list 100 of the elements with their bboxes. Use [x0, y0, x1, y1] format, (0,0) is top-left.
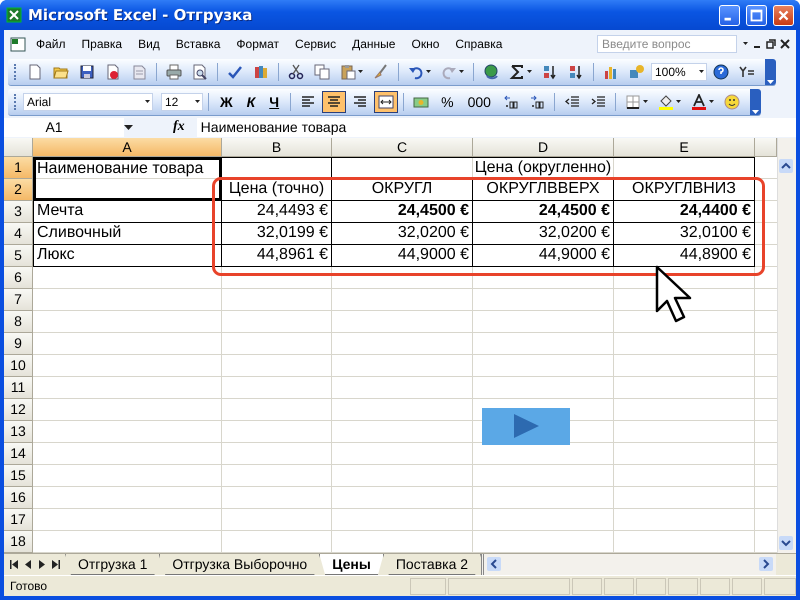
increase-decimal-icon[interactable] — [502, 94, 519, 110]
font-color-icon[interactable] — [690, 94, 707, 110]
caret-icon[interactable] — [124, 124, 133, 130]
row-header[interactable]: 17 — [4, 508, 33, 531]
sort-ascending-icon[interactable] — [542, 64, 558, 80]
cut-icon[interactable] — [288, 64, 304, 80]
caret-icon[interactable] — [676, 100, 681, 104]
sheet-tab[interactable]: Поставка 2 — [382, 554, 482, 576]
globe-icon[interactable] — [483, 64, 499, 80]
row-header[interactable]: 18 — [4, 530, 33, 553]
menu-item[interactable]: Формат — [230, 34, 286, 54]
menu-item[interactable]: Справка — [449, 34, 508, 54]
reading-icon[interactable] — [739, 64, 755, 80]
caret-icon[interactable] — [708, 100, 714, 104]
row-header[interactable]: 5 — [4, 244, 33, 267]
number-format-button[interactable]: % — [435, 90, 460, 113]
sort-descending-icon[interactable] — [568, 64, 584, 80]
name-box[interactable]: A1 — [4, 118, 124, 137]
close-icon[interactable] — [780, 38, 790, 49]
restore-icon[interactable] — [766, 38, 776, 49]
function-button[interactable]: fx — [173, 119, 185, 136]
column-header[interactable]: E — [614, 138, 755, 157]
first-sheet-icon[interactable] — [10, 560, 18, 569]
next-sheet-icon[interactable] — [38, 560, 46, 569]
italic-button[interactable]: К — [240, 90, 262, 113]
row-header[interactable]: 15 — [4, 464, 33, 487]
row-header[interactable]: 11 — [4, 376, 33, 399]
caret-icon[interactable] — [358, 70, 363, 74]
sheet-tab[interactable]: Отгрузка Выборочно — [159, 554, 320, 576]
underline-button[interactable]: Ч — [263, 90, 286, 113]
merge-button[interactable] — [374, 90, 398, 113]
checkmark-icon[interactable] — [227, 64, 243, 80]
save-icon[interactable] — [79, 64, 95, 80]
scroll-right-icon[interactable] — [758, 556, 774, 572]
caret-icon[interactable] — [426, 70, 431, 74]
zoom-field[interactable]: 100% — [651, 62, 707, 81]
borders-icon[interactable] — [624, 94, 641, 110]
excel-menu-icon[interactable] — [10, 36, 26, 52]
help-search-field[interactable]: Введите вопрос — [597, 34, 737, 53]
row-header[interactable]: 3 — [4, 200, 33, 223]
shapes-icon[interactable] — [629, 64, 645, 80]
formula-field[interactable]: Наименование товара — [196, 118, 796, 137]
menu-item[interactable]: Данные — [346, 34, 402, 54]
caret-icon[interactable] — [145, 100, 150, 104]
new-document-icon[interactable] — [27, 64, 43, 80]
copy-icon[interactable] — [314, 64, 330, 80]
permission-icon[interactable] — [105, 64, 121, 80]
fill-color-icon[interactable] — [658, 94, 674, 110]
row-header[interactable]: 4 — [4, 222, 33, 245]
caret-icon[interactable] — [743, 42, 748, 46]
row-header[interactable]: 1 — [4, 156, 33, 179]
menu-item[interactable]: Вставка — [170, 34, 226, 54]
print-icon[interactable] — [166, 64, 182, 80]
menu-item[interactable]: Правка — [76, 34, 128, 54]
scroll-up-icon[interactable] — [778, 158, 794, 174]
sum-icon[interactable] — [509, 64, 525, 80]
font-size-field[interactable]: 12 — [161, 92, 203, 111]
row-header[interactable]: 12 — [4, 398, 33, 421]
column-header[interactable]: B — [222, 138, 332, 157]
menu-item[interactable]: Файл — [30, 34, 72, 54]
menu-item[interactable]: Вид — [132, 34, 166, 54]
previous-sheet-icon[interactable] — [24, 560, 32, 569]
scroll-left-icon[interactable] — [486, 556, 502, 572]
align-center-button[interactable] — [322, 90, 346, 113]
row-header[interactable]: 7 — [4, 288, 33, 311]
horizontal-scrollbar[interactable] — [481, 554, 776, 576]
vertical-scrollbar[interactable] — [777, 138, 796, 553]
magnifier-page-icon[interactable] — [192, 64, 208, 80]
scroll-down-icon[interactable] — [778, 534, 794, 551]
maximize-icon[interactable] — [746, 4, 767, 26]
sheet-tab[interactable]: Цены — [319, 554, 384, 576]
caret-icon[interactable] — [642, 100, 648, 104]
row-header[interactable]: 14 — [4, 442, 33, 465]
column-header[interactable]: C — [332, 138, 473, 157]
caret-icon[interactable] — [699, 70, 704, 74]
column-header[interactable]: A — [33, 138, 222, 157]
book-icon[interactable] — [253, 64, 269, 80]
menu-item[interactable]: Сервис — [289, 34, 342, 54]
caret-icon[interactable] — [195, 100, 200, 104]
menu-item[interactable]: Окно — [405, 34, 446, 54]
row-header[interactable]: 16 — [4, 486, 33, 509]
smiley-icon[interactable] — [724, 94, 740, 110]
row-header[interactable]: 8 — [4, 310, 33, 333]
row-header[interactable]: 9 — [4, 332, 33, 355]
paste-icon[interactable] — [340, 64, 356, 80]
brush-icon[interactable] — [373, 64, 389, 80]
row-header[interactable]: 2 — [4, 178, 33, 201]
sheet-tab[interactable]: Отгрузка 1 — [65, 554, 160, 576]
column-header[interactable]: D — [473, 138, 614, 157]
row-header[interactable]: 10 — [4, 354, 33, 377]
bold-button[interactable]: Ж — [214, 90, 239, 113]
caret-icon[interactable] — [459, 70, 464, 74]
row-header[interactable]: 13 — [4, 420, 33, 443]
font-field[interactable]: Arial — [23, 92, 153, 111]
decrease-decimal-icon[interactable] — [528, 94, 545, 110]
caret-icon[interactable] — [527, 70, 532, 74]
last-sheet-icon[interactable] — [52, 560, 60, 569]
row-header[interactable]: 6 — [4, 266, 33, 289]
toolbar-options-icon[interactable] — [766, 78, 775, 85]
help-icon[interactable] — [713, 64, 729, 80]
